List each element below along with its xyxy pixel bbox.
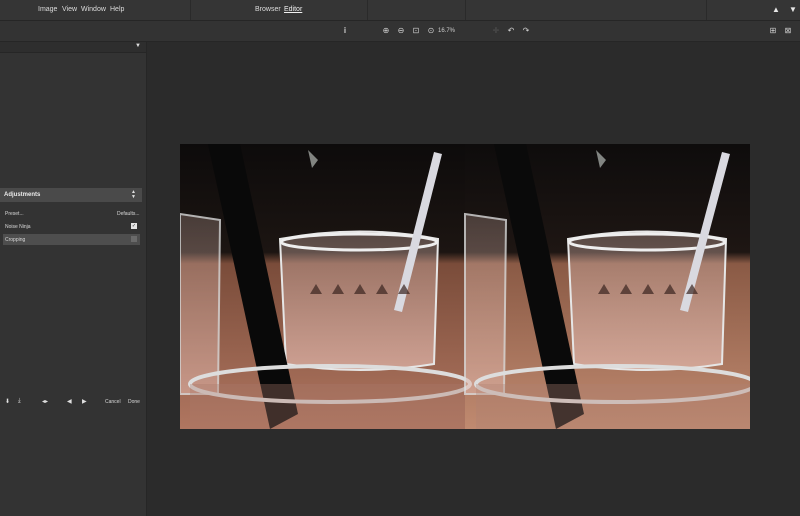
menubar-divider <box>706 0 707 20</box>
menubar-divider <box>190 0 191 20</box>
adjustment-label: Noise Ninja <box>5 224 31 230</box>
pin-icon[interactable]: ▼ <box>135 43 141 49</box>
cancel-button[interactable]: Cancel <box>105 399 121 405</box>
split-view-icon[interactable]: ◂▸ <box>42 398 48 405</box>
preset-button[interactable]: Preset... <box>5 211 24 217</box>
arrow-down-branch-icon[interactable]: ⤓ <box>18 398 21 405</box>
adjustment-label: Cropping <box>5 237 26 243</box>
left-panel: ▼ Adjustments ▲ ▼ Preset... Defaults... N… <box>0 42 147 516</box>
toolbar: i ⊕ ⊖ ⊡ ⊙ 16.7% ✛ ↶ ↷ ⊞ ⊠ <box>0 21 800 42</box>
enabled-checkbox[interactable]: ✓ <box>131 223 137 229</box>
menu-view[interactable]: View <box>62 6 77 13</box>
crosshair-icon[interactable]: ✛ <box>491 26 501 36</box>
menu-window[interactable]: Window <box>81 6 106 13</box>
adjustments-header[interactable]: Adjustments ▲ ▼ <box>0 188 142 202</box>
rotate-left-icon[interactable]: ↶ <box>506 26 516 36</box>
mode-browser-tab[interactable]: Browser <box>255 6 281 13</box>
collapse-up-icon[interactable]: ▲ <box>771 5 781 15</box>
adjustment-row-cropping[interactable]: Cropping <box>3 234 140 245</box>
menubar-divider <box>465 0 466 20</box>
panel-header: ▼ <box>0 42 146 53</box>
done-button[interactable]: Done <box>128 399 140 405</box>
updown-chevron-icon[interactable]: ▲ ▼ <box>131 190 136 200</box>
compare-view-icon[interactable]: ⊞ <box>768 26 778 36</box>
menubar-divider <box>367 0 368 20</box>
fullscreen-icon[interactable]: ⊠ <box>783 26 793 36</box>
rotate-right-icon[interactable]: ↷ <box>521 26 531 36</box>
enabled-checkbox[interactable] <box>131 236 137 242</box>
defaults-button[interactable]: Defaults... <box>117 211 140 217</box>
mode-editor-tab[interactable]: Editor <box>284 6 302 13</box>
next-icon[interactable]: ▶ <box>82 398 87 405</box>
zoom-in-icon[interactable]: ⊕ <box>381 26 391 36</box>
menu-help[interactable]: Help <box>110 6 124 13</box>
zoom-out-icon[interactable]: ⊖ <box>396 26 406 36</box>
zoom-actual-icon[interactable]: ⊙ <box>426 26 436 36</box>
glass-photo-image <box>180 144 750 429</box>
zoom-level: 16.7% <box>438 28 456 34</box>
previous-icon[interactable]: ◀ <box>67 398 72 405</box>
menu-image[interactable]: Image <box>38 6 57 13</box>
arrow-down-icon[interactable]: ⬇ <box>5 398 10 405</box>
adjustments-title: Adjustments <box>4 192 41 198</box>
zoom-fit-icon[interactable]: ⊡ <box>411 26 421 36</box>
adjustment-row-noise-ninja[interactable]: Noise Ninja ✓ <box>3 221 140 232</box>
collapse-down-icon[interactable]: ▼ <box>788 5 798 15</box>
photo-preview-before-after[interactable] <box>180 144 750 429</box>
menubar: Image View Window Help Browser Editor ▲ … <box>0 0 800 21</box>
info-icon[interactable]: i <box>340 26 350 36</box>
